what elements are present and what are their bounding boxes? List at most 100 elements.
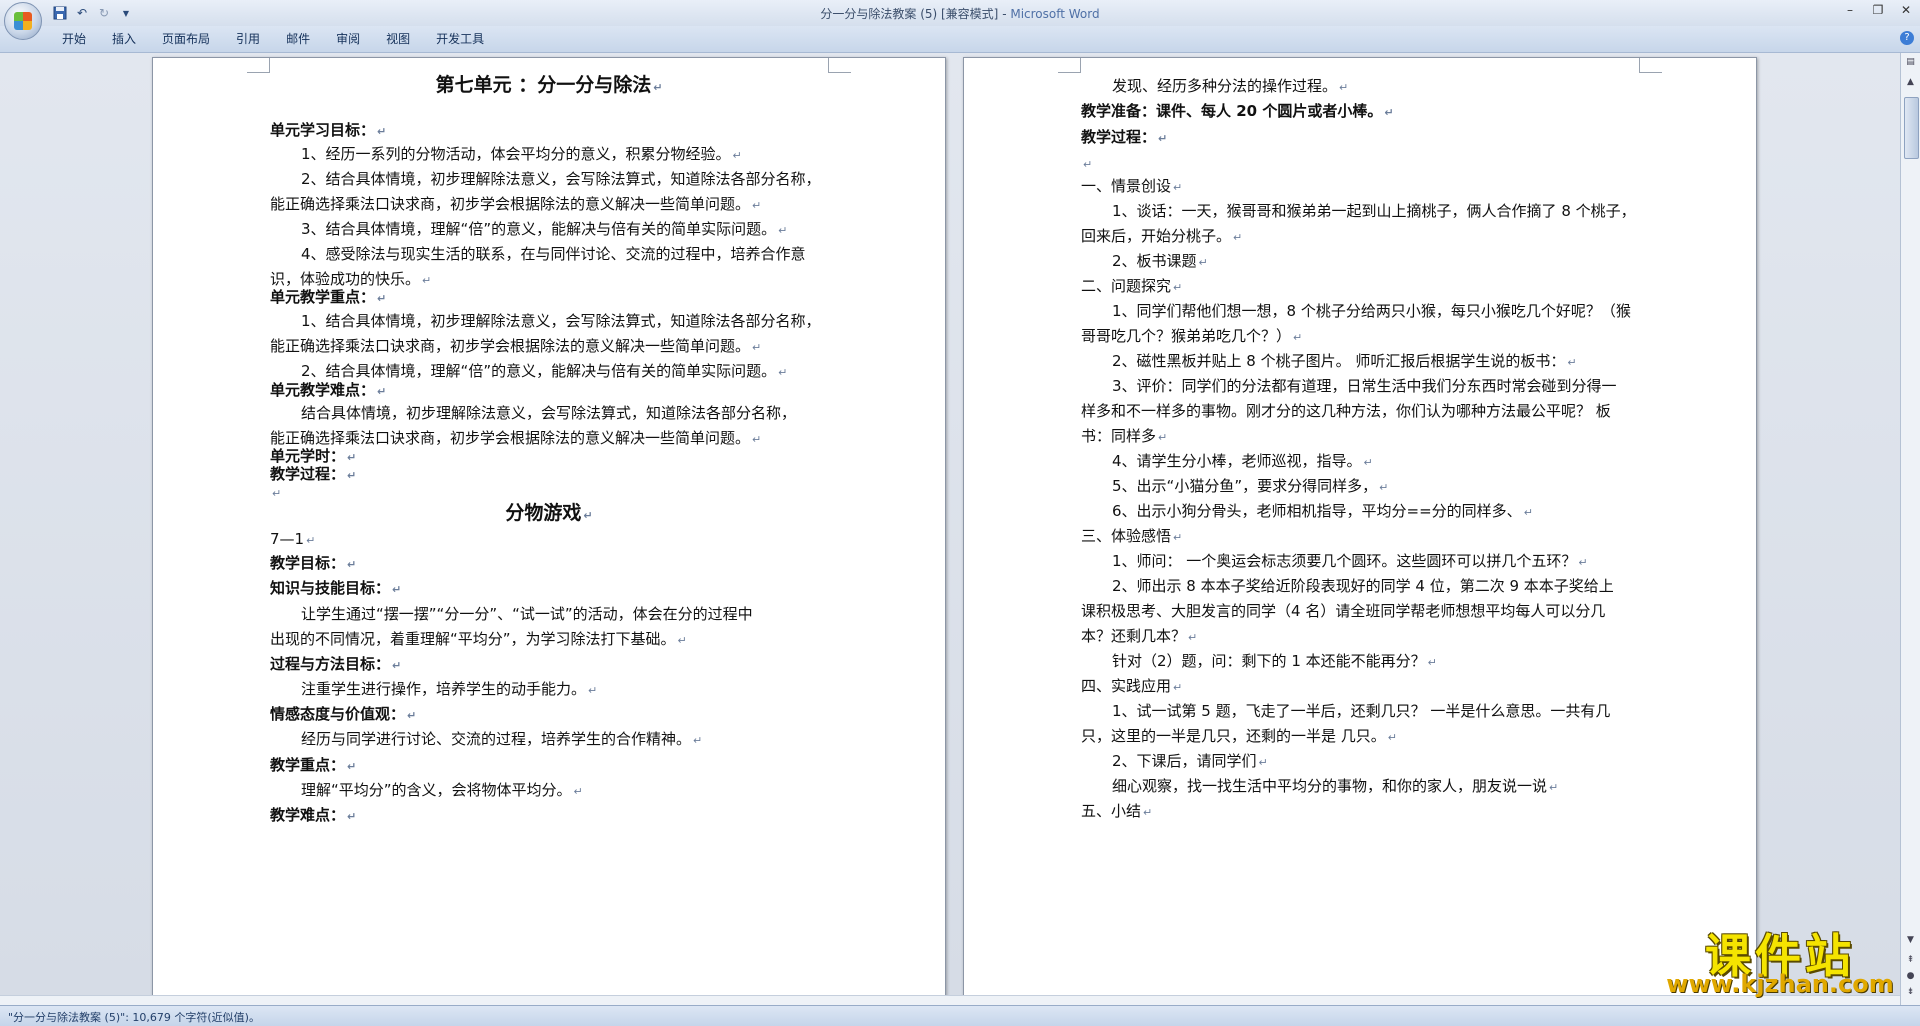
document-paragraph-line[interactable]: 结合具体情境，初步理解除法意义，会写除法算式，知道除法各部分名称， [270, 403, 828, 423]
paragraph-mark-icon: ↵ [1198, 256, 1208, 269]
document-paragraph-line[interactable]: 1、经历一系列的分物活动，体会平均分的意义，积累分物经验。 ↵ [270, 144, 828, 166]
ribbon-tab[interactable]: 插入 [99, 30, 149, 48]
document-paragraph-line[interactable]: 7—1 ↵ [270, 529, 828, 551]
crop-mark [247, 58, 270, 73]
document-paragraph-line[interactable]: 3、评价：同学们的分法都有道理，日常生活中我们分东西时常会碰到分得一 [1081, 376, 1639, 396]
document-paragraph-line[interactable]: 一、情景创设 ↵ [1081, 176, 1639, 198]
document-paragraph-line[interactable]: 2、结合具体情境，初步理解除法意义，会写除法算式，知道除法各部分名称， [270, 169, 828, 189]
document-paragraph-line[interactable]: 五、小结 ↵ [1081, 801, 1639, 823]
document-paragraph-line[interactable]: 教学目标： ↵ [270, 553, 828, 575]
next-page-icon[interactable]: ⇟ [1903, 985, 1918, 1000]
document-paragraph-line[interactable]: 3、结合具体情境，理解“倍”的意义，能解决与倍有关的简单实际问题。 ↵ [270, 219, 828, 241]
document-paragraph-line[interactable]: 单元学习目标： ↵ [270, 120, 828, 142]
ribbon-tab[interactable]: 邮件 [273, 30, 323, 48]
ribbon: 开始 插入 页面布局 引用 邮件 审阅 视图 开发工具 ? [0, 26, 1920, 53]
paragraph-mark-icon: ↵ [573, 785, 583, 798]
help-icon[interactable]: ? [1900, 31, 1914, 45]
document-paragraph-line[interactable]: 哥哥吃几个？猴弟弟吃几个？） ↵ [1081, 326, 1639, 348]
document-paragraph-line[interactable]: 4、请学生分小棒，老师巡视，指导。 ↵ [1081, 451, 1639, 473]
document-paragraph-line[interactable]: 2、师出示 8 本本子奖给近阶段表现好的同学 4 位，第二次 9 本本子奖给上 [1081, 576, 1639, 596]
document-page-left[interactable]: 第七单元 ：分一分与除法 ↵ 单元学习目标： ↵ 1、经历一系列的分物活动，体会平均分的… [152, 57, 946, 1005]
document-paragraph-line[interactable]: 发现、经历多种分法的操作过程。 ↵ [1081, 76, 1639, 98]
document-paragraph-line[interactable]: ↵ [270, 482, 828, 504]
paragraph-mark-icon: ↵ [752, 341, 762, 354]
document-heading[interactable]: 分物游戏 ↵ [270, 503, 828, 526]
restore-icon[interactable]: ❐ [1870, 2, 1886, 18]
document-paragraph-line[interactable]: 教学过程： ↵ [1081, 127, 1639, 149]
document-paragraph-line[interactable]: 4、感受除法与现实生活的联系，在与同伴讨论、交流的过程中，培养合作意 [270, 244, 828, 264]
paragraph-mark-icon: ↵ [347, 451, 357, 464]
document-paragraph-line[interactable]: 1、试一试第 5 题，飞走了一半后，还剩几只？ 一半是什么意思。一共有几 [1081, 701, 1639, 721]
ribbon-tab[interactable]: 视图 [373, 30, 423, 48]
office-button[interactable] [4, 2, 42, 40]
line-text: 1、经历一系列的分物活动，体会平均分的意义，积累分物经验。 [301, 145, 731, 163]
document-paragraph-line[interactable]: 能正确选择乘法口诀求商，初步学会根据除法的意义解决一些简单问题。 ↵ [270, 194, 828, 216]
document-paragraph-line[interactable]: 单元教学重点： ↵ [270, 287, 828, 309]
ribbon-tab[interactable]: 开始 [50, 30, 99, 48]
document-paragraph-line[interactable]: 二、问题探究 ↵ [1081, 276, 1639, 298]
document-paragraph-line[interactable]: ↵ [1081, 153, 1639, 175]
document-paragraph-line[interactable]: 6、出示小狗分骨头，老师相机指导，平均分==分的同样多、 ↵ [1081, 501, 1639, 523]
minimize-icon[interactable]: – [1842, 2, 1858, 18]
document-paragraph-line[interactable]: 教学准备：课件、每人 20 个圆片或者小棒。 ↵ [1081, 101, 1639, 123]
paragraph-mark-icon: ↵ [1143, 806, 1153, 819]
document-paragraph-line[interactable]: 针对（2）题，问：剩下的 1 本还能不能再分？ ↵ [1081, 651, 1639, 673]
document-paragraph-line[interactable]: 经历与同学进行讨论、交流的过程，培养学生的合作精神。 ↵ [270, 729, 828, 751]
paragraph-mark-icon: ↵ [377, 292, 387, 305]
document-paragraph-line[interactable]: 单元教学难点： ↵ [270, 380, 828, 402]
ribbon-tab[interactable]: 开发工具 [423, 30, 497, 48]
scroll-down-icon[interactable]: ▼ [1903, 933, 1918, 948]
document-paragraph-line[interactable]: 本？还剩几本？ ↵ [1081, 626, 1639, 648]
line-text: 四、实践应用 [1081, 677, 1172, 695]
document-paragraph-line[interactable]: 样多和不一样多的事物。刚才分的这几种方法，你们认为哪种方法最公平呢？ 板 [1081, 401, 1639, 421]
scroll-up-icon[interactable]: ▲ [1903, 75, 1918, 90]
document-paragraph-line[interactable]: 教学重点： ↵ [270, 755, 828, 777]
line-text: 7—1 [270, 530, 305, 548]
select-browse-object-icon[interactable]: ● [1903, 969, 1918, 984]
document-page-right[interactable]: 发现、经历多种分法的操作过程。 ↵ 教学准备：课件、每人 20 个圆片或者小棒。 ↵ 教… [963, 57, 1757, 1005]
vertical-scrollbar[interactable]: ▤ ▲ ▼ ⇞ ● ⇟ [1900, 53, 1920, 1005]
document-paragraph-line[interactable]: 只，这里的一半是几只，还剩的一半是 几只。 ↵ [1081, 726, 1639, 748]
document-paragraph-line[interactable]: 课积极思考、大胆发言的同学（4 名）请全班同学帮老师想想平均每人可以分几 [1081, 601, 1639, 621]
paragraph-mark-icon: ↵ [1173, 681, 1183, 694]
document-paragraph-line[interactable]: 书：同样多 ↵ [1081, 426, 1639, 448]
document-paragraph-line[interactable]: 注重学生进行操作，培养学生的动手能力。 ↵ [270, 679, 828, 701]
document-heading[interactable]: 第七单元 ：分一分与除法 ↵ [270, 75, 828, 98]
document-paragraph-line[interactable]: 回来后，开始分桃子。 ↵ [1081, 226, 1639, 248]
previous-page-icon[interactable]: ⇞ [1903, 953, 1918, 968]
scroll-thumb[interactable] [1904, 97, 1919, 159]
ruler-toggle-icon[interactable]: ▤ [1903, 55, 1918, 70]
document-paragraph-line[interactable]: 细心观察，找一找生活中平均分的事物，和你的家人，朋友说一说 ↵ [1081, 776, 1639, 798]
document-paragraph-line[interactable]: 过程与方法目标： ↵ [270, 654, 828, 676]
document-paragraph-line[interactable]: 出现的不同情况，着重理解“平均分”，为学习除法打下基础。 ↵ [270, 629, 828, 651]
document-paragraph-line[interactable]: 让学生通过“摆一摆”“分一分”、“试一试”的活动，体会在分的过程中 [270, 604, 828, 624]
document-paragraph-line[interactable]: 1、同学们帮他们想一想，8 个桃子分给两只小猴，每只小猴吃几个好呢？（猴 [1081, 301, 1639, 321]
paragraph-mark-icon: ↵ [1083, 158, 1093, 171]
document-paragraph-line[interactable]: 1、结合具体情境，初步理解除法意义，会写除法算式，知道除法各部分名称， [270, 311, 828, 331]
line-text: 1、试一试第 5 题，飞走了一半后，还剩几只？ 一半是什么意思。一共有几 [1112, 702, 1611, 720]
document-paragraph-line[interactable]: 情感态度与价值观： ↵ [270, 704, 828, 726]
word-count-status[interactable]: "分一分与除法教案 (5)": 10,679 个字符(近似值)。 [8, 1009, 260, 1025]
close-icon[interactable]: ✕ [1898, 2, 1914, 18]
document-paragraph-line[interactable]: 教学难点： ↵ [270, 805, 828, 827]
paragraph-mark-icon: ↵ [347, 558, 357, 571]
paragraph-mark-icon: ↵ [1293, 331, 1303, 344]
paragraph-mark-icon: ↵ [752, 433, 762, 446]
line-text: 单元教学重点： [270, 288, 376, 306]
ribbon-tab[interactable]: 审阅 [323, 30, 373, 48]
document-paragraph-line[interactable]: 5、出示“小猫分鱼”，要求分得同样多， ↵ [1081, 476, 1639, 498]
document-paragraph-line[interactable]: 能正确选择乘法口诀求商，初步学会根据除法的意义解决一些简单问题。 ↵ [270, 336, 828, 358]
line-text: 针对（2）题，问：剩下的 1 本还能不能再分？ [1112, 652, 1426, 670]
document-paragraph-line[interactable]: 理解“平均分”的含义，会将物体平均分。 ↵ [270, 780, 828, 802]
document-paragraph-line[interactable]: 2、磁性黑板并贴上 8 个桃子图片。 师听汇报后根据学生说的板书： ↵ [1081, 351, 1639, 373]
document-paragraph-line[interactable]: 1、师问： 一个奥运会标志须要几个圆环。这些圆环可以拼几个五环？ ↵ [1081, 551, 1639, 573]
document-paragraph-line[interactable]: 2、下课后，请同学们 ↵ [1081, 751, 1639, 773]
document-paragraph-line[interactable]: 三、体验感悟 ↵ [1081, 526, 1639, 548]
document-paragraph-line[interactable]: 1、谈话：一天，猴哥哥和猴弟弟一起到山上摘桃子，俩人合作摘了 8 个桃子， [1081, 201, 1639, 221]
document-paragraph-line[interactable]: 2、板书课题 ↵ [1081, 251, 1639, 273]
document-paragraph-line[interactable]: 四、实践应用 ↵ [1081, 676, 1639, 698]
ribbon-tab[interactable]: 引用 [223, 30, 273, 48]
paragraph-mark-icon: ↵ [1339, 81, 1349, 94]
document-paragraph-line[interactable]: 知识与技能目标： ↵ [270, 578, 828, 600]
ribbon-tab[interactable]: 页面布局 [149, 30, 223, 48]
